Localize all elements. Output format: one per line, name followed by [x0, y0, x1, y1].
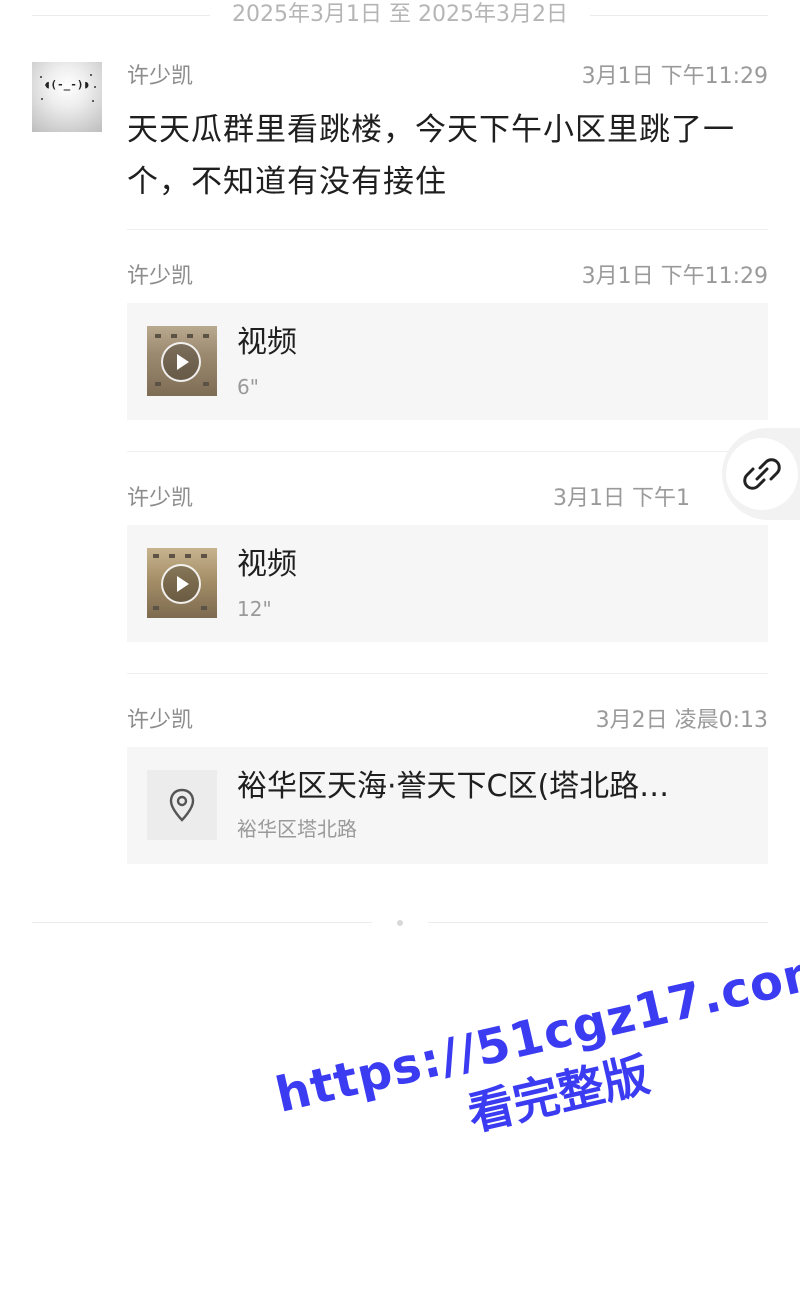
- location-address: 裕华区塔北路: [237, 817, 357, 841]
- avatar[interactable]: ◖(-_-)◗: [32, 62, 102, 132]
- video-card[interactable]: 视频 6": [127, 303, 768, 420]
- link-icon: [743, 458, 781, 490]
- divider: [590, 15, 768, 16]
- message-item[interactable]: 许少凯 3月1日 下午11:29 视频 6": [127, 262, 768, 452]
- play-icon: [161, 342, 201, 382]
- video-thumbnail[interactable]: [147, 326, 217, 396]
- location-card[interactable]: 裕华区天海·誉天下C区(塔北路… 裕华区塔北路: [127, 747, 768, 864]
- video-card[interactable]: 视频 12": [127, 525, 768, 642]
- video-title: 视频: [237, 325, 297, 360]
- message-text[interactable]: 天天瓜群里看跳楼，今天下午小区里跳了一个，不知道有没有接住: [127, 104, 768, 208]
- message-item[interactable]: 许少凯 3月2日 凌晨0:13 裕华区天海·誉天下C区(塔北路… 裕华区塔北路: [127, 706, 768, 866]
- divider: [127, 673, 768, 674]
- sender-name: 许少凯: [127, 264, 194, 289]
- divider: [428, 922, 768, 923]
- sender-name: 许少凯: [127, 486, 194, 511]
- video-duration: 6": [237, 375, 259, 399]
- divider: [127, 229, 768, 230]
- location-pin-icon: [169, 788, 195, 822]
- message-item[interactable]: 许少凯 3月1日 下午11:29 天天瓜群里看跳楼，今天下午小区里跳了一个，不知…: [127, 62, 768, 230]
- link-button[interactable]: [722, 428, 800, 520]
- video-title: 视频: [237, 547, 297, 582]
- location-title: 裕华区天海·誉天下C区(塔北路…: [237, 769, 670, 804]
- message-time: 3月1日 下午1: [553, 486, 690, 511]
- message-time: 3月2日 凌晨0:13: [595, 708, 768, 733]
- date-range-header: 2025年3月1日 至 2025年3月2日: [32, 0, 768, 30]
- play-icon: [161, 564, 201, 604]
- sender-name: 许少凯: [127, 64, 194, 89]
- message-item[interactable]: 许少凯 3月1日 下午1 视频 12": [127, 484, 768, 674]
- divider: [32, 922, 372, 923]
- watermark: https://51cgz17.com 看完整版: [270, 941, 800, 1280]
- message-time: 3月1日 下午11:29: [581, 64, 768, 89]
- chat-history-page: 2025年3月1日 至 2025年3月2日 ◖(-_-)◗ 许少凯 3月1日 下…: [0, 0, 800, 1290]
- video-thumbnail[interactable]: [147, 548, 217, 618]
- location-thumbnail: [147, 770, 217, 840]
- video-duration: 12": [237, 597, 272, 621]
- message-time: 3月1日 下午11:29: [581, 264, 768, 289]
- sender-name: 许少凯: [127, 708, 194, 733]
- avatar-face-icon: ◖(-_-)◗: [43, 78, 91, 91]
- divider: [127, 451, 768, 452]
- end-marker: [397, 920, 403, 926]
